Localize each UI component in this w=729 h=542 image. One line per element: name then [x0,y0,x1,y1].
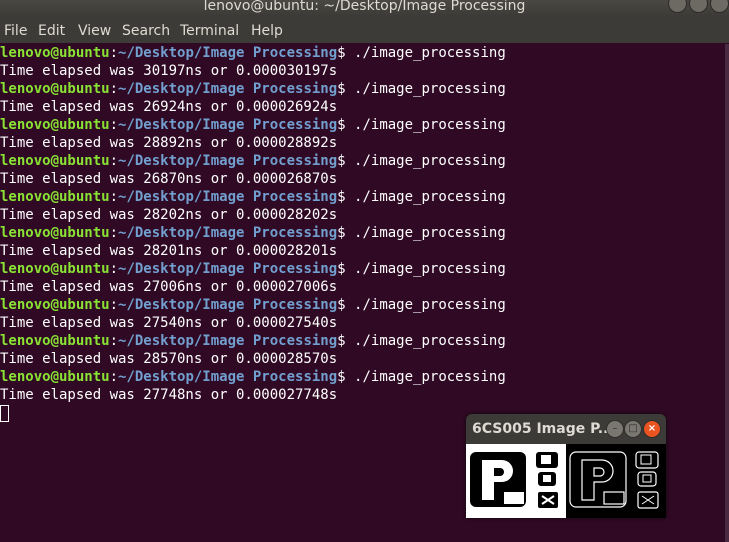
window-title: lenovo@ubuntu: ~/Desktop/Image Processin… [203,0,526,14]
prompt-separator: : [109,225,119,241]
prompt-path: ~/Desktop/Image Processing [118,369,338,385]
output-line: Time elapsed was 28892ns or 0.000028892s [0,135,338,151]
close-button[interactable] [710,0,729,13]
prompt-line: lenovo@ubuntu:~/Desktop/Image Processing… [0,44,729,62]
prompt-user: lenovo@ubuntu [0,117,110,133]
output-line: Time elapsed was 28202ns or 0.000028202s [0,207,338,223]
output-line: Time elapsed was 27748ns or 0.000027748s [0,387,338,403]
command-text: ./image_processing [354,369,506,385]
prompt-user: lenovo@ubuntu [0,81,110,97]
command-text: ./image_processing [354,45,506,61]
window-titlebar[interactable]: lenovo@ubuntu: ~/Desktop/Image Processin… [0,0,729,16]
prompt-separator: : [109,333,119,349]
prompt-path: ~/Desktop/Image Processing [118,189,338,205]
prompt-user: lenovo@ubuntu [0,153,110,169]
prompt-separator: : [109,189,119,205]
prompt-symbol: $ [337,117,355,133]
menu-edit[interactable]: Edit [38,23,65,39]
menu-file[interactable]: File [4,23,27,39]
prompt-symbol: $ [337,369,355,385]
prompt-separator: : [109,45,119,61]
prompt-line: lenovo@ubuntu:~/Desktop/Image Processing… [0,296,729,314]
command-text: ./image_processing [354,189,506,205]
output-line: Time elapsed was 28570ns or 0.000028570s [0,351,338,367]
image-window[interactable]: 6CS005 Image P... – □ × [466,414,666,518]
prompt-symbol: $ [337,297,355,313]
command-text: ./image_processing [354,225,506,241]
prompt-path: ~/Desktop/Image Processing [118,81,338,97]
terminal-cursor [0,404,9,422]
prompt-user: lenovo@ubuntu [0,261,110,277]
command-text: ./image_processing [354,261,506,277]
command-text: ./image_processing [354,333,506,349]
prompt-path: ~/Desktop/Image Processing [118,153,338,169]
command-text: ./image_processing [354,297,506,313]
prompt-separator: : [109,81,119,97]
image-window-minimize-button[interactable]: – [606,420,624,438]
prompt-symbol: $ [337,153,355,169]
prompt-path: ~/Desktop/Image Processing [118,45,338,61]
prompt-path: ~/Desktop/Image Processing [118,261,338,277]
prompt-user: lenovo@ubuntu [0,369,110,385]
output-line: Time elapsed was 26870ns or 0.000026870s [0,171,338,187]
prompt-path: ~/Desktop/Image Processing [118,225,338,241]
original-image [466,444,566,518]
prompt-user: lenovo@ubuntu [0,189,110,205]
output-line: Time elapsed was 27006ns or 0.000027006s [0,279,338,295]
command-text: ./image_processing [354,117,506,133]
prompt-separator: : [109,153,119,169]
prompt-path: ~/Desktop/Image Processing [118,333,338,349]
prompt-symbol: $ [337,333,355,349]
image-window-maximize-button[interactable]: □ [624,420,642,438]
prompt-symbol: $ [337,189,355,205]
prompt-separator: : [109,297,119,313]
prompt-symbol: $ [337,81,355,97]
image-window-close-button[interactable]: × [643,420,661,438]
maximize-button[interactable] [689,0,708,13]
terminal-scrollbar[interactable] [725,44,729,542]
prompt-path: ~/Desktop/Image Processing [118,297,338,313]
prompt-line: lenovo@ubuntu:~/Desktop/Image Processing… [0,260,729,278]
prompt-symbol: $ [337,225,355,241]
prompt-user: lenovo@ubuntu [0,333,110,349]
output-line: Time elapsed was 28201ns or 0.000028201s [0,243,338,259]
prompt-user: lenovo@ubuntu [0,225,110,241]
edge-detected-image [566,444,666,518]
image-window-content [466,444,666,518]
prompt-line: lenovo@ubuntu:~/Desktop/Image Processing… [0,188,729,206]
prompt-separator: : [109,261,119,277]
prompt-path: ~/Desktop/Image Processing [118,117,338,133]
prompt-line: lenovo@ubuntu:~/Desktop/Image Processing… [0,116,729,134]
menu-search[interactable]: Search [122,23,170,39]
prompt-separator: : [109,369,119,385]
prompt-user: lenovo@ubuntu [0,297,110,313]
menu-terminal[interactable]: Terminal [180,23,239,39]
output-line: Time elapsed was 30197ns or 0.000030197s [0,63,338,79]
output-line: Time elapsed was 27540ns or 0.000027540s [0,315,338,331]
minimize-button[interactable] [668,0,687,13]
menu-view[interactable]: View [78,23,111,39]
command-text: ./image_processing [354,153,506,169]
prompt-line: lenovo@ubuntu:~/Desktop/Image Processing… [0,368,729,386]
prompt-line: lenovo@ubuntu:~/Desktop/Image Processing… [0,152,729,170]
menu-help[interactable]: Help [251,23,283,39]
output-line: Time elapsed was 26924ns or 0.000026924s [0,99,338,115]
prompt-line: lenovo@ubuntu:~/Desktop/Image Processing… [0,80,729,98]
image-window-title: 6CS005 Image P... [472,421,614,437]
command-text: ./image_processing [354,81,506,97]
prompt-symbol: $ [337,261,355,277]
prompt-line: lenovo@ubuntu:~/Desktop/Image Processing… [0,332,729,350]
prompt-line: lenovo@ubuntu:~/Desktop/Image Processing… [0,224,729,242]
prompt-user: lenovo@ubuntu [0,45,110,61]
menu-bar: File Edit View Search Terminal Help [0,16,729,43]
prompt-symbol: $ [337,45,355,61]
prompt-separator: : [109,117,119,133]
